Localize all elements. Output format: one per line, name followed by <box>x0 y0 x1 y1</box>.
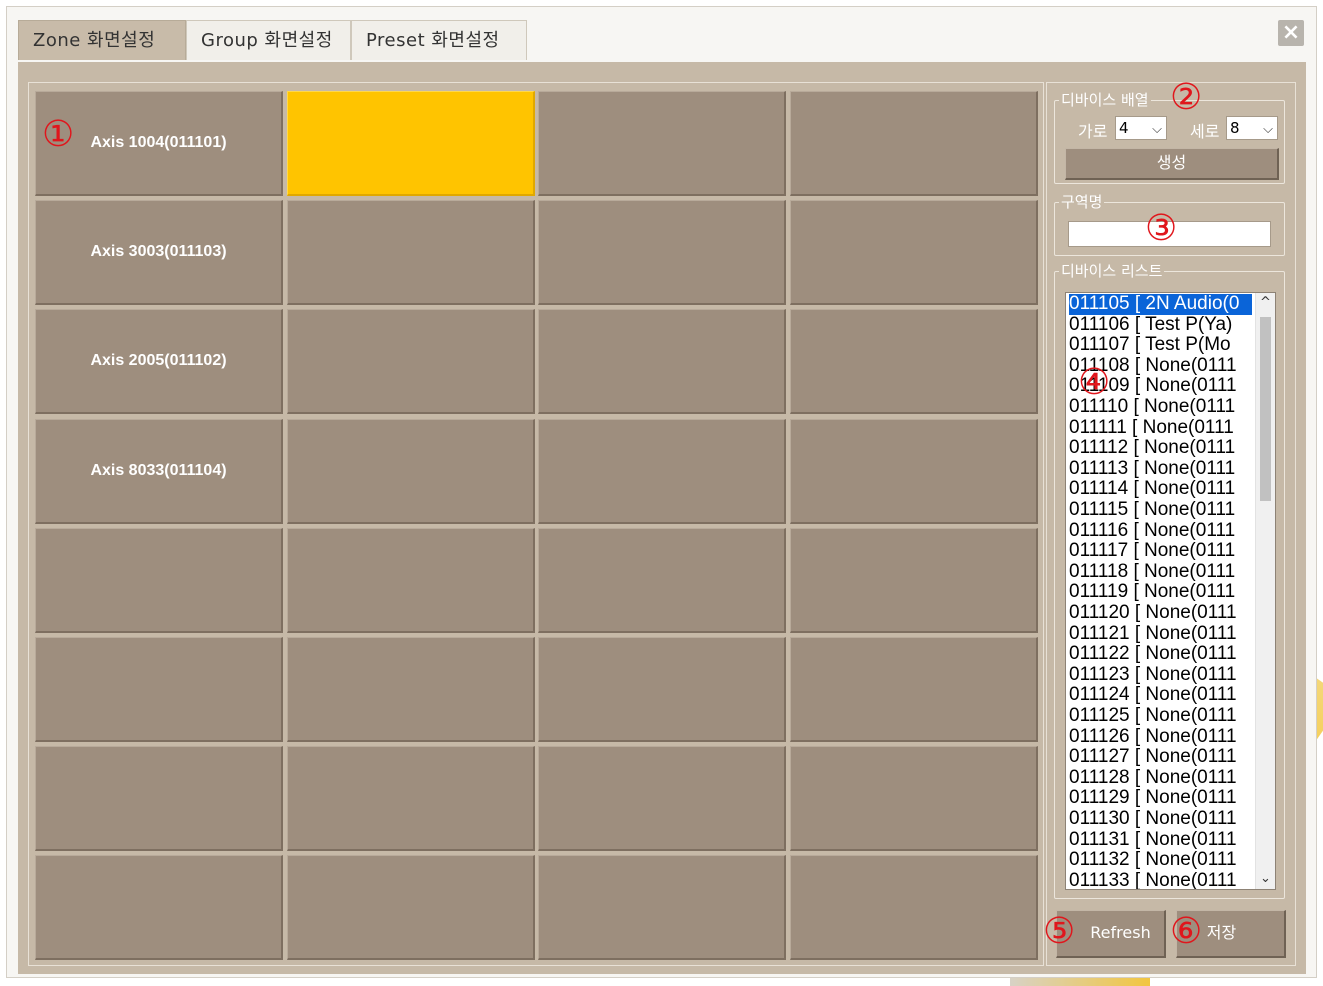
zone-cell[interactable] <box>286 91 535 196</box>
vertical-count-value: 8 <box>1230 119 1240 137</box>
zone-cell[interactable] <box>538 200 786 306</box>
device-list-scrollbar[interactable]: ^ ⌄ <box>1255 293 1275 889</box>
device-list-item[interactable]: 011119 [ None(0111 <box>1069 582 1252 603</box>
zone-cell[interactable] <box>789 418 1038 524</box>
scroll-up-icon[interactable]: ^ <box>1256 293 1275 313</box>
zone-cell[interactable] <box>286 200 535 306</box>
device-list-item[interactable]: 011105 [ 2N Audio(0 <box>1068 293 1253 316</box>
zone-cell[interactable] <box>538 309 786 415</box>
device-list-item[interactable]: 011121 [ None(0111 <box>1069 624 1252 645</box>
device-list-item[interactable]: 011117 [ None(0111 <box>1069 541 1252 562</box>
zone-cell[interactable]: Axis 2005(011102) <box>35 309 283 415</box>
device-list-item[interactable]: 011127 [ None(0111 <box>1069 747 1252 768</box>
scrollbar-thumb[interactable] <box>1260 317 1271 501</box>
device-list-item[interactable]: 011124 [ None(0111 <box>1069 685 1252 706</box>
zone-cell[interactable] <box>538 855 786 961</box>
zone-cell[interactable] <box>789 855 1038 961</box>
zone-cell[interactable] <box>286 418 535 524</box>
device-list-item[interactable]: 011133 [ None(0111 <box>1069 871 1252 889</box>
close-icon[interactable]: × <box>1278 20 1304 46</box>
device-list-item[interactable]: 011122 [ None(0111 <box>1069 644 1252 665</box>
zone-cell[interactable] <box>286 527 535 633</box>
device-list-item[interactable]: 011109 [ None(0111 <box>1069 376 1252 397</box>
device-list[interactable]: 011105 [ 2N Audio(0 011106 [ Test P(Ya) 01… <box>1065 292 1276 890</box>
device-list-legend: 디바이스 리스트 <box>1061 262 1163 280</box>
vertical-count-select[interactable]: 8 ⌵ <box>1226 116 1278 140</box>
vertical-label: 세로 <box>1190 122 1220 141</box>
tab-group-settings[interactable]: Group 화면설정 <box>186 20 351 60</box>
zone-cell[interactable] <box>789 527 1038 633</box>
refresh-button[interactable]: Refresh <box>1056 910 1166 958</box>
decorative-swoosh-bottom <box>1010 978 1150 986</box>
save-button[interactable]: 저장 <box>1176 910 1286 958</box>
zone-cell[interactable] <box>789 200 1038 306</box>
chevron-down-icon: ⌵ <box>1152 122 1162 137</box>
scroll-down-icon[interactable]: ⌄ <box>1256 869 1275 889</box>
device-list-item[interactable]: 011112 [ None(0111 <box>1069 438 1252 459</box>
zone-cell[interactable] <box>538 418 786 524</box>
device-list-item[interactable]: 011108 [ None(0111 <box>1069 356 1252 377</box>
device-list-item[interactable]: 011120 [ None(0111 <box>1069 603 1252 624</box>
tab-preset-settings[interactable]: Preset 화면설정 <box>351 20 527 60</box>
device-list-item[interactable]: 011130 [ None(0111 <box>1069 809 1252 830</box>
zone-cell[interactable]: Axis 8033(011104) <box>35 418 283 524</box>
create-button[interactable]: 생성 <box>1065 148 1279 180</box>
device-list-item[interactable]: 011129 [ None(0111 <box>1069 788 1252 809</box>
device-list-item[interactable]: 011128 [ None(0111 <box>1069 768 1252 789</box>
horizontal-label: 가로 <box>1078 122 1108 141</box>
device-list-item[interactable]: 011107 [ Test P(Mo <box>1069 335 1252 356</box>
device-list-item[interactable]: 011113 [ None(0111 <box>1069 459 1252 480</box>
zone-cell[interactable] <box>286 855 535 961</box>
device-list-item[interactable]: 011126 [ None(0111 <box>1069 727 1252 748</box>
zone-cell[interactable]: Axis 1004(011101) <box>35 91 283 196</box>
zone-cell[interactable] <box>35 637 283 742</box>
zone-cell[interactable] <box>538 637 786 742</box>
zone-cell[interactable] <box>35 746 283 852</box>
tab-zone-settings[interactable]: Zone 화면설정 <box>18 20 186 60</box>
device-list-item[interactable]: 011118 [ None(0111 <box>1069 562 1252 583</box>
horizontal-count-select[interactable]: 4 ⌵ <box>1115 116 1167 140</box>
device-list-item[interactable]: 011125 [ None(0111 <box>1069 706 1252 727</box>
zone-cell[interactable] <box>35 855 283 961</box>
device-layout-legend: 디바이스 배열 <box>1061 91 1149 109</box>
horizontal-count-value: 4 <box>1119 119 1129 137</box>
zone-cell[interactable] <box>789 637 1038 742</box>
zone-cell[interactable] <box>789 309 1038 415</box>
device-list-item[interactable]: 011123 [ None(0111 <box>1069 665 1252 686</box>
device-list-item[interactable]: 011111 [ None(0111 <box>1069 418 1252 439</box>
zone-cell[interactable]: Axis 3003(011103) <box>35 200 283 306</box>
zone-cell[interactable] <box>286 637 535 742</box>
device-list-item[interactable]: 011115 [ None(0111 <box>1069 500 1252 521</box>
zone-name-input[interactable] <box>1068 221 1271 247</box>
zone-cell[interactable] <box>789 746 1038 852</box>
zone-cell[interactable] <box>789 91 1038 196</box>
device-list-item[interactable]: 011116 [ None(0111 <box>1069 521 1252 542</box>
zone-name-legend: 구역명 <box>1061 193 1103 211</box>
device-list-item[interactable]: 011106 [ Test P(Ya) <box>1069 315 1252 336</box>
device-list-item[interactable]: 011114 [ None(0111 <box>1069 479 1252 500</box>
device-list-item[interactable]: 011110 [ None(0111 <box>1069 397 1252 418</box>
zone-cell[interactable] <box>35 527 283 633</box>
zone-cell[interactable] <box>538 527 786 633</box>
device-list-item[interactable]: 011131 [ None(0111 <box>1069 830 1252 851</box>
zone-cell[interactable] <box>538 91 786 196</box>
chevron-down-icon: ⌵ <box>1263 122 1273 137</box>
device-list-item[interactable]: 011132 [ None(0111 <box>1069 850 1252 871</box>
zone-cell[interactable] <box>538 746 786 852</box>
zone-cell[interactable] <box>286 746 535 852</box>
zone-cell[interactable] <box>286 309 535 415</box>
